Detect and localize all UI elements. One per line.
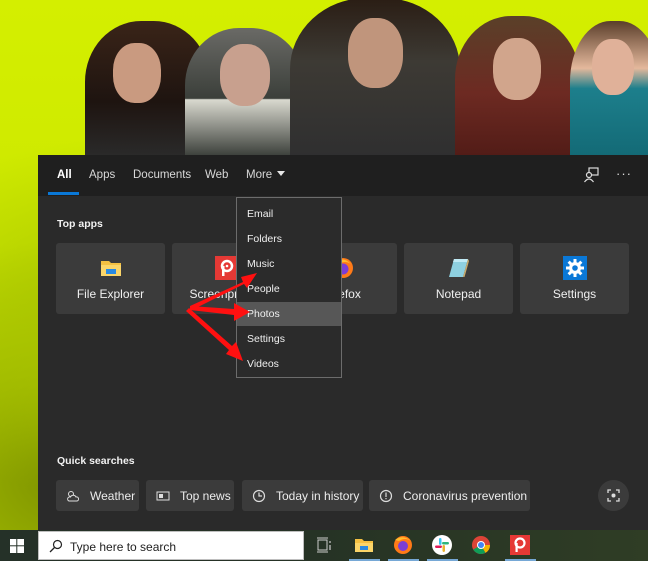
quick-searches-heading: Quick searches (57, 455, 135, 467)
caret-down-icon (277, 171, 286, 176)
tab-documents[interactable]: Documents (133, 169, 191, 181)
quick-search-label: Coronavirus prevention (403, 488, 528, 503)
slack-icon[interactable] (431, 534, 453, 556)
clock-icon (252, 489, 266, 502)
gear-icon (563, 256, 587, 280)
feedback-icon[interactable] (583, 167, 599, 183)
app-tile-notepad[interactable]: Notepad (404, 243, 513, 314)
chrome-icon[interactable] (470, 534, 492, 556)
menu-item-people[interactable]: People (237, 277, 341, 301)
search-panel: All Apps Documents Web More ··· Top apps… (38, 155, 648, 530)
top-apps-heading: Top apps (57, 218, 103, 230)
visual-search-button[interactable] (598, 480, 629, 511)
app-tile-label: Settings (552, 287, 597, 301)
menu-item-music[interactable]: Music (237, 252, 341, 276)
quick-search-weather[interactable]: Weather (56, 480, 139, 511)
visual-search-icon (607, 489, 620, 502)
menu-item-folders[interactable]: Folders (237, 227, 341, 251)
screenpresso-icon[interactable] (509, 534, 531, 556)
quick-search-coronavirus-prevention[interactable]: Coronavirus prevention (369, 480, 530, 511)
app-tile-label: Notepad (435, 287, 482, 301)
firefox-icon[interactable] (392, 534, 414, 556)
news-icon (156, 491, 170, 500)
app-tile-settings[interactable]: Settings (520, 243, 629, 314)
more-dropdown-menu: Email Folders Music People Photos Settin… (236, 197, 342, 378)
quick-search-label: Today in history (276, 488, 360, 503)
task-view-icon[interactable] (314, 534, 336, 556)
quick-search-label: Top news (180, 488, 231, 503)
wallpaper-person (455, 16, 580, 156)
tab-web[interactable]: Web (205, 169, 228, 181)
quick-search-today-in-history[interactable]: Today in history (242, 480, 363, 511)
tab-apps[interactable]: Apps (89, 169, 115, 181)
more-options-icon[interactable]: ··· (616, 166, 632, 181)
tab-more[interactable]: More (246, 169, 286, 181)
wallpaper-person (570, 21, 648, 156)
quick-search-top-news[interactable]: Top news (146, 480, 234, 511)
tab-more-label: More (246, 169, 273, 181)
search-icon (49, 539, 63, 553)
file-explorer-icon[interactable] (353, 534, 375, 556)
folder-icon (101, 261, 121, 276)
info-icon (379, 489, 393, 502)
menu-item-email[interactable]: Email (237, 202, 341, 226)
app-tile-label: File Explorer (76, 287, 145, 301)
active-tab-indicator (48, 192, 79, 195)
wallpaper-person (290, 0, 460, 156)
tab-all[interactable]: All (57, 169, 72, 181)
weather-icon (67, 490, 79, 501)
search-placeholder: Type here to search (70, 540, 177, 554)
taskbar: Type here to search (0, 530, 648, 561)
menu-item-videos[interactable]: Videos (237, 352, 341, 376)
quick-search-label: Weather (90, 488, 136, 503)
notepad-icon (449, 259, 469, 277)
windows-start-icon[interactable] (10, 539, 24, 553)
menu-item-settings[interactable]: Settings (237, 327, 341, 351)
app-tile-file-explorer[interactable]: File Explorer (56, 243, 165, 314)
taskbar-search-input[interactable]: Type here to search (38, 531, 304, 560)
search-tabs: All Apps Documents Web More ··· (38, 155, 648, 196)
wallpaper-person (185, 28, 305, 156)
menu-item-photos[interactable]: Photos (237, 302, 341, 326)
